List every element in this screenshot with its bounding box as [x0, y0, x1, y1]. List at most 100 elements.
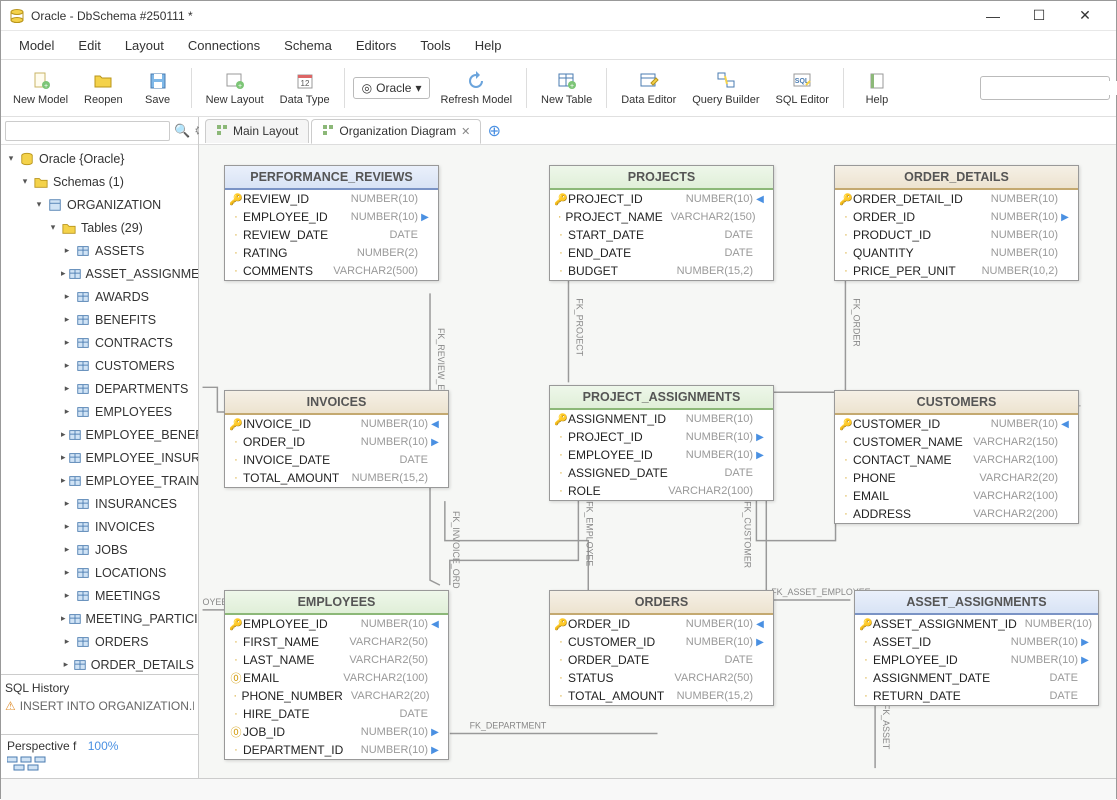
- entity-header[interactable]: ORDERS: [550, 591, 773, 615]
- sidebar-search-input[interactable]: [5, 121, 170, 141]
- tree-table-jobs[interactable]: ▸JOBS: [1, 538, 198, 561]
- expand-icon[interactable]: ▸: [61, 291, 73, 303]
- entity-column[interactable]: ·ASSET_IDNUMBER(10)▶: [855, 633, 1098, 651]
- entity-column[interactable]: 🔑PROJECT_IDNUMBER(10)◀: [550, 190, 773, 208]
- entity-column[interactable]: ·PROJECT_NAMEVARCHAR2(150): [550, 208, 773, 226]
- entity-column[interactable]: ·CUSTOMER_NAMEVARCHAR2(150): [835, 433, 1078, 451]
- expand-icon[interactable]: ▸: [61, 521, 73, 533]
- minimize-button[interactable]: —: [970, 1, 1016, 31]
- entity-column[interactable]: ·ASSIGNMENT_DATEDATE: [855, 669, 1098, 687]
- menu-connections[interactable]: Connections: [178, 34, 270, 57]
- entity-orders[interactable]: ORDERS🔑ORDER_IDNUMBER(10)◀·CUSTOMER_IDNU…: [549, 590, 774, 706]
- tree-table-employees[interactable]: ▸EMPLOYEES: [1, 400, 198, 423]
- help-button[interactable]: Help: [852, 62, 902, 114]
- close-button[interactable]: ✕: [1062, 1, 1108, 31]
- entity-column[interactable]: ·PHONEVARCHAR2(20): [835, 469, 1078, 487]
- expand-icon[interactable]: ▸: [61, 452, 66, 464]
- entity-column[interactable]: ·FIRST_NAMEVARCHAR2(50): [225, 633, 448, 651]
- entity-column[interactable]: ·COMMENTSVARCHAR2(500): [225, 262, 438, 280]
- entity-column[interactable]: ·HIRE_DATEDATE: [225, 705, 448, 723]
- tree-table-meetings[interactable]: ▸MEETINGS: [1, 584, 198, 607]
- expand-icon[interactable]: ▸: [61, 383, 73, 395]
- entity-column[interactable]: 🔑CUSTOMER_IDNUMBER(10)◀: [835, 415, 1078, 433]
- expand-icon[interactable]: ▸: [61, 429, 66, 441]
- expand-icon[interactable]: ▸: [61, 337, 73, 349]
- new-layout-button[interactable]: + New Layout: [200, 62, 270, 114]
- toolbar-search-input[interactable]: [987, 81, 1117, 95]
- entity-asset-assignments[interactable]: ASSET_ASSIGNMENTS🔑ASSET_ASSIGNMENT_IDNUM…: [854, 590, 1099, 706]
- entity-column[interactable]: ·PHONE_NUMBERVARCHAR2(20): [225, 687, 448, 705]
- entity-column[interactable]: ·INVOICE_DATEDATE: [225, 451, 448, 469]
- entity-column[interactable]: ·EMAILVARCHAR2(100): [835, 487, 1078, 505]
- tab-org-diagram[interactable]: Organization Diagram ✕: [311, 119, 481, 144]
- tree-table-awards[interactable]: ▸AWARDS: [1, 285, 198, 308]
- entity-column[interactable]: ·DEPARTMENT_IDNUMBER(10)▶: [225, 741, 448, 759]
- entity-column[interactable]: ·PRODUCT_IDNUMBER(10): [835, 226, 1078, 244]
- menu-help[interactable]: Help: [465, 34, 512, 57]
- entity-header[interactable]: PROJECT_ASSIGNMENTS: [550, 386, 773, 410]
- db-select[interactable]: ◎ Oracle ▾: [353, 77, 431, 99]
- entity-header[interactable]: PROJECTS: [550, 166, 773, 190]
- tree-table-invoices[interactable]: ▸INVOICES: [1, 515, 198, 538]
- zoom-value[interactable]: 100%: [88, 739, 119, 753]
- entity-column[interactable]: 🔑ORDER_IDNUMBER(10)◀: [550, 615, 773, 633]
- tree-schema-org[interactable]: ▾ ORGANIZATION: [1, 193, 198, 216]
- maximize-button[interactable]: ☐: [1016, 1, 1062, 31]
- entity-column[interactable]: ·CONTACT_NAMEVARCHAR2(100): [835, 451, 1078, 469]
- reopen-button[interactable]: Reopen: [78, 62, 129, 114]
- save-button[interactable]: Save: [133, 62, 183, 114]
- sql-history-item[interactable]: ⚠ INSERT INTO ORGANIZATION.E: [5, 697, 194, 715]
- tree-table-locations[interactable]: ▸LOCATIONS: [1, 561, 198, 584]
- entity-column[interactable]: ·PROJECT_IDNUMBER(10)▶: [550, 428, 773, 446]
- menu-schema[interactable]: Schema: [274, 34, 342, 57]
- entity-column[interactable]: ·ROLEVARCHAR2(100): [550, 482, 773, 500]
- tree-table-employee_trainings[interactable]: ▸EMPLOYEE_TRAININGS: [1, 469, 198, 492]
- expand-icon[interactable]: ▸: [61, 544, 73, 556]
- menu-edit[interactable]: Edit: [68, 34, 110, 57]
- entity-column[interactable]: ·STATUSVARCHAR2(50): [550, 669, 773, 687]
- menu-editors[interactable]: Editors: [346, 34, 406, 57]
- tree-root[interactable]: ▾ Oracle {Oracle}: [1, 147, 198, 170]
- entity-column[interactable]: ·ADDRESSVARCHAR2(200): [835, 505, 1078, 523]
- entity-column[interactable]: ·PRICE_PER_UNITNUMBER(10,2): [835, 262, 1078, 280]
- query-builder-button[interactable]: Query Builder: [686, 62, 765, 114]
- expand-icon[interactable]: ▸: [61, 567, 73, 579]
- menu-model[interactable]: Model: [9, 34, 64, 57]
- entity-project-assignments[interactable]: PROJECT_ASSIGNMENTS🔑ASSIGNMENT_IDNUMBER(…: [549, 385, 774, 501]
- entity-column[interactable]: ·LAST_NAMEVARCHAR2(50): [225, 651, 448, 669]
- entity-column[interactable]: ·EMPLOYEE_IDNUMBER(10)▶: [225, 208, 438, 226]
- tree-table-orders[interactable]: ▸ORDERS: [1, 630, 198, 653]
- entity-column[interactable]: ·EMPLOYEE_IDNUMBER(10)▶: [550, 446, 773, 464]
- tree-table-departments[interactable]: ▸DEPARTMENTS: [1, 377, 198, 400]
- expand-icon[interactable]: ▸: [61, 590, 73, 602]
- toolbar-search[interactable]: 🔍: [980, 76, 1110, 100]
- diagram-surface[interactable]: FK_REVIEW_EM FK_PROJECT FK_ORDER FK_INVO…: [199, 145, 1116, 778]
- tree-tables-hdr[interactable]: ▾ Tables (29): [1, 216, 198, 239]
- entity-performance-reviews[interactable]: PERFORMANCE_REVIEWS🔑REVIEW_IDNUMBER(10)·…: [224, 165, 439, 281]
- entity-header[interactable]: CUSTOMERS: [835, 391, 1078, 415]
- menu-tools[interactable]: Tools: [410, 34, 460, 57]
- entity-column[interactable]: 🔑REVIEW_IDNUMBER(10): [225, 190, 438, 208]
- tree-table-contracts[interactable]: ▸CONTRACTS: [1, 331, 198, 354]
- new-table-button[interactable]: + New Table: [535, 62, 598, 114]
- collapse-icon[interactable]: ▾: [5, 153, 17, 165]
- entity-header[interactable]: INVOICES: [225, 391, 448, 415]
- entity-header[interactable]: PERFORMANCE_REVIEWS: [225, 166, 438, 190]
- data-editor-button[interactable]: Data Editor: [615, 62, 682, 114]
- tree-table-insurances[interactable]: ▸INSURANCES: [1, 492, 198, 515]
- entity-column[interactable]: ·ASSIGNED_DATEDATE: [550, 464, 773, 482]
- expand-icon[interactable]: ▸: [61, 475, 66, 487]
- entity-projects[interactable]: PROJECTS🔑PROJECT_IDNUMBER(10)◀·PROJECT_N…: [549, 165, 774, 281]
- entity-header[interactable]: ORDER_DETAILS: [835, 166, 1078, 190]
- collapse-icon[interactable]: ▾: [47, 222, 59, 234]
- data-type-button[interactable]: 12 Data Type: [274, 62, 336, 114]
- entity-header[interactable]: EMPLOYEES: [225, 591, 448, 615]
- menu-layout[interactable]: Layout: [115, 34, 174, 57]
- expand-icon[interactable]: ▸: [61, 659, 71, 671]
- entity-column[interactable]: ⓪EMAILVARCHAR2(100): [225, 669, 448, 687]
- refresh-model-button[interactable]: Refresh Model: [434, 62, 518, 114]
- entity-column[interactable]: ·TOTAL_AMOUNTNUMBER(15,2): [550, 687, 773, 705]
- tree-table-benefits[interactable]: ▸BENEFITS: [1, 308, 198, 331]
- add-tab-button[interactable]: ⊕: [483, 120, 505, 142]
- tree-schemas[interactable]: ▾ Schemas (1): [1, 170, 198, 193]
